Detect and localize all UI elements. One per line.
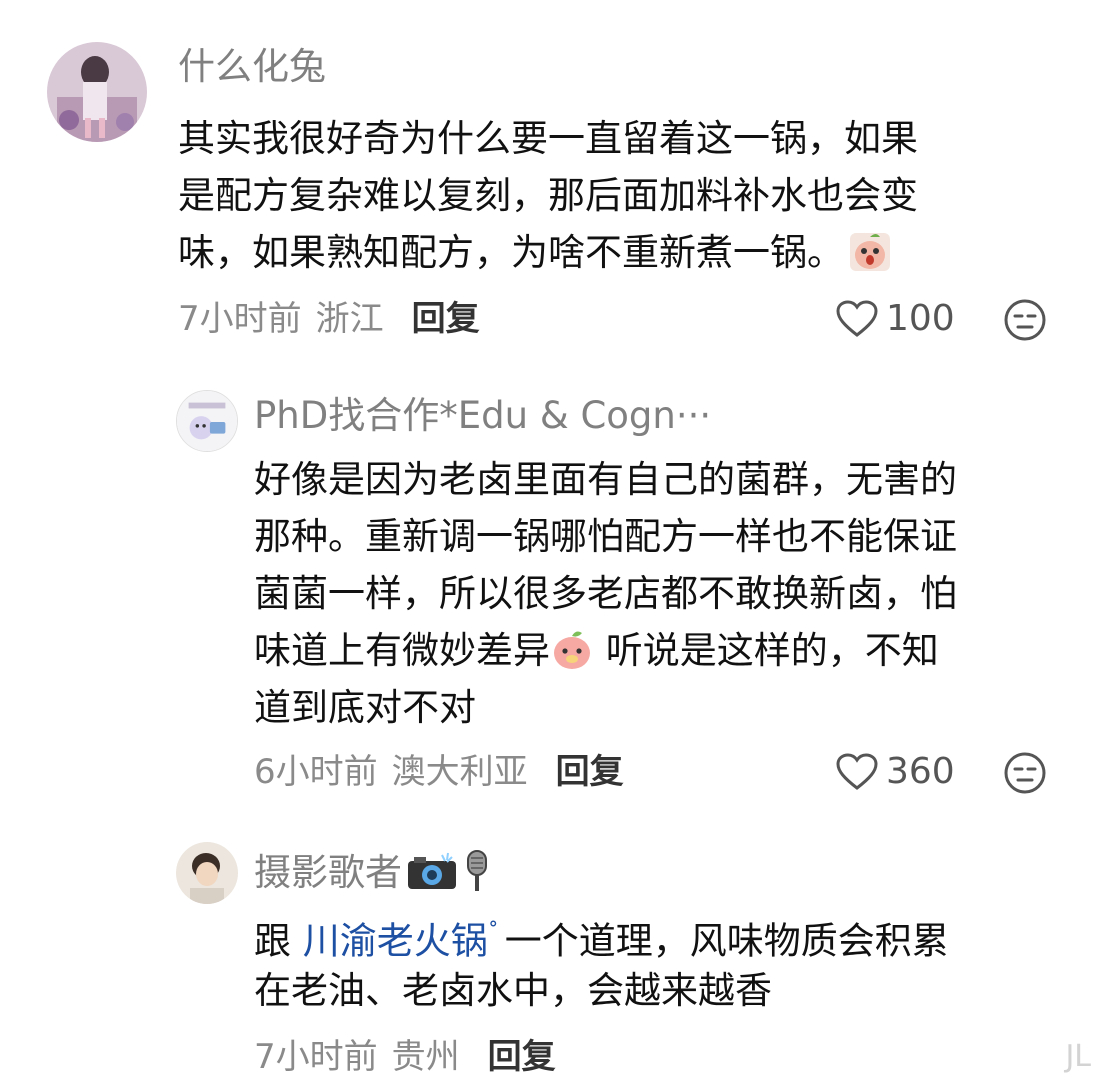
comment-region: 澳大利亚: [391, 752, 528, 792]
heart-outline-icon: [836, 753, 878, 790]
search-mark-icon: ˚: [487, 921, 499, 946]
comment-line-suffix: 一个道理，风味物质会积累: [504, 919, 949, 963]
comment-time: 6小时前: [254, 752, 378, 792]
username-text: 摄影歌者: [254, 851, 402, 894]
peach-sticker-icon: [850, 229, 890, 273]
peach-face-icon: [550, 627, 594, 671]
watermark: JL: [1065, 1039, 1091, 1074]
avatar[interactable]: [47, 42, 147, 142]
username[interactable]: 什么化兔: [178, 48, 326, 85]
heart-outline-icon: [836, 300, 878, 337]
avatar[interactable]: [176, 842, 238, 904]
camera-icon: [406, 851, 458, 891]
avatar[interactable]: [176, 390, 238, 452]
topic-link[interactable]: 川渝老火锅: [303, 919, 488, 962]
comment-time: 7小时前: [254, 1037, 378, 1077]
comment-meta: 7小时前 贵州 回复: [254, 1040, 556, 1074]
comment-line: 是配方复杂难以复刻，那后面加料补水也会变: [178, 174, 918, 217]
comment-region: 贵州: [391, 1037, 460, 1077]
neutral-face-icon[interactable]: [1003, 298, 1047, 342]
comment-line-tail: 听说是这样的，不知: [594, 629, 939, 672]
reply-button[interactable]: 回复: [412, 299, 480, 339]
comment-line: 味道上有微妙差异 听说是这样的，不知: [254, 622, 957, 679]
like-count: 360: [886, 751, 955, 792]
reply-button[interactable]: 回复: [488, 1037, 556, 1077]
microphone-icon: [462, 849, 492, 895]
comment-time: 7小时前: [178, 299, 302, 339]
comment-line: 菌菌一样，所以很多老店都不敢换新卤，怕: [254, 572, 957, 615]
reply-button[interactable]: 回复: [556, 752, 624, 792]
like-button[interactable]: 360: [836, 753, 955, 791]
comment-line: 道到底对不对: [254, 686, 476, 729]
like-button[interactable]: 100: [836, 300, 955, 338]
avatar-image: [47, 42, 147, 142]
comment-line: 跟 川渝老火锅˚ 一个道理，风味物质会积累: [254, 905, 949, 962]
comment-body: 其实我很好奇为什么要一直留着这一锅，如果 是配方复杂难以复刻，那后面加料补水也会…: [178, 110, 918, 281]
like-count: 100: [886, 298, 955, 339]
comment-body: 好像是因为老卤里面有自己的菌群，无害的 那种。重新调一锅哪怕配方一样也不能保证 …: [254, 451, 957, 736]
comment-meta: 7小时前 浙江 回复: [178, 302, 480, 336]
comment-body: 跟 川渝老火锅˚ 一个道理，风味物质会积累 在老油、老卤水中，会越来越香: [254, 905, 949, 1019]
neutral-face-icon[interactable]: [1003, 751, 1047, 795]
comment-region: 浙江: [315, 299, 384, 339]
comment-line: 其实我很好奇为什么要一直留着这一锅，如果: [178, 117, 918, 160]
username[interactable]: 摄影歌者: [254, 849, 492, 895]
comment-line-prefix: 跟: [254, 919, 303, 963]
avatar-image: [176, 842, 238, 904]
comment-line-text: 味，如果熟知配方，为啥不重新煮一锅。: [178, 231, 844, 274]
comment-meta: 6小时前 澳大利亚 回复: [254, 755, 624, 789]
comment-line-text: 味道上有微妙差异: [254, 629, 550, 672]
username[interactable]: PhD找合作*Edu & Cogn···: [254, 397, 711, 434]
comment-line: 好像是因为老卤里面有自己的菌群，无害的: [254, 458, 957, 501]
avatar-image: [177, 391, 237, 451]
comment-line: 味，如果熟知配方，为啥不重新煮一锅。: [178, 224, 918, 281]
comment-line: 那种。重新调一锅哪怕配方一样也不能保证: [254, 515, 957, 558]
comment-line: 在老油、老卤水中，会越来越香: [254, 969, 772, 1012]
